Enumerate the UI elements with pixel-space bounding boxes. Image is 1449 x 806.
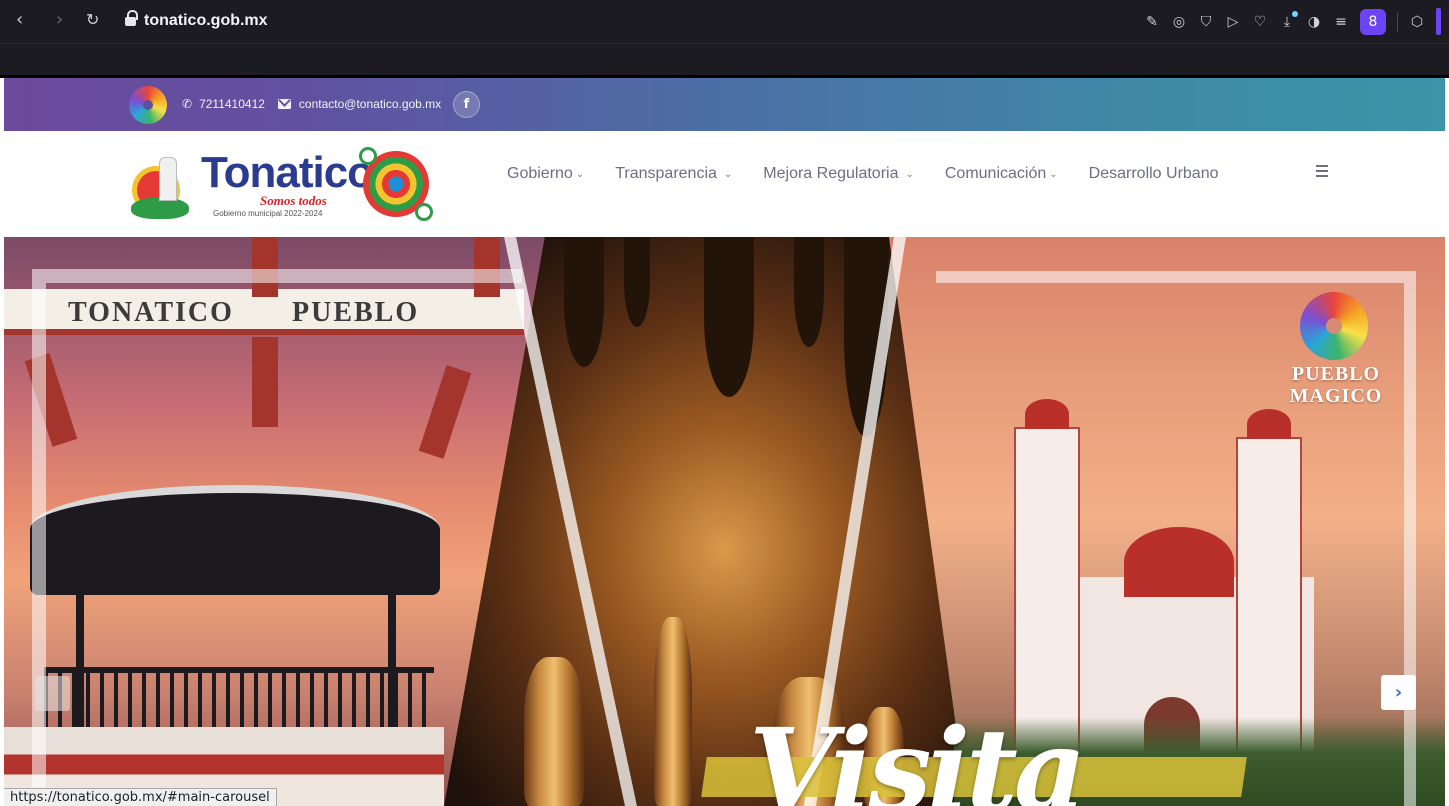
forward-icon[interactable]: › [56, 11, 63, 29]
logo-emblem-icon [123, 153, 197, 219]
camera-icon[interactable]: ◎ [1171, 14, 1187, 30]
theme-toggle-icon[interactable]: ◑ [1306, 14, 1322, 30]
edit-icon[interactable]: ✎ [1144, 14, 1160, 30]
hamburger-menu-icon[interactable] [1316, 165, 1330, 179]
back-icon[interactable]: ‹ [16, 11, 23, 29]
profile-icon[interactable]: 8 [1360, 8, 1386, 35]
browser-toolbar: ‹ › ↻ tonatico.gob.mx ✎ ◎ ⛉ ▷ ♡ ⤓ ◑ ≡ 8 … [0, 0, 1449, 43]
mail-icon [277, 99, 291, 109]
site-topbar: ✆ 7211410412 contacto@tonatico.gob.mx f [4, 78, 1445, 131]
chevron-down-icon: ⌄ [1049, 168, 1058, 180]
logo-tagline: Somos todos [260, 193, 327, 208]
carousel-prev-button[interactable]: ‹ [35, 676, 70, 711]
lock-icon [125, 10, 138, 27]
nav-item-mejora-regulatoria[interactable]: Mejora Regulatoria ⌄ [763, 165, 914, 183]
phone-number[interactable]: 7211410412 [199, 97, 265, 111]
site-header: Tonatico Somos todos Gobierno municipal … [0, 131, 1449, 237]
email-link[interactable]: contacto@tonatico.gob.mx [299, 97, 441, 111]
aztec-sun-icon [359, 147, 433, 221]
pueblo-magico-mark-icon [129, 86, 167, 124]
toolbar-separator [1397, 11, 1398, 32]
address-bar-url: tonatico.gob.mx [144, 12, 268, 29]
heart-icon[interactable]: ♡ [1252, 14, 1268, 30]
logo-wordmark: Tonatico [201, 148, 374, 197]
facebook-icon[interactable]: f [453, 91, 480, 118]
extension-cube-icon[interactable]: ⬡ [1409, 14, 1425, 30]
address-bar[interactable]: tonatico.gob.mx [125, 9, 268, 33]
shield-icon[interactable]: ⛉ [1198, 14, 1214, 30]
download-icon[interactable]: ⤓ [1279, 10, 1298, 30]
nav-item-transparencia[interactable]: Transparencia ⌄ [615, 165, 732, 183]
site-logo[interactable]: Tonatico Somos todos Gobierno municipal … [123, 147, 433, 221]
reload-icon[interactable]: ↻ [86, 11, 99, 29]
send-icon[interactable]: ▷ [1225, 14, 1241, 30]
carousel-next-button[interactable]: › [1381, 675, 1416, 710]
main-carousel: TONATICO PUEBLO PUEBLO MAGICO Visita ‹ › [4, 237, 1445, 806]
chevron-down-icon: ⌄ [723, 168, 733, 180]
main-nav: Gobierno ⌄ Transparencia ⌄ Mejora Regulato… [507, 163, 1250, 185]
nav-item-gobierno[interactable]: Gobierno ⌄ [507, 165, 584, 183]
nav-item-comunicacion[interactable]: Comunicación ⌄ [945, 165, 1058, 183]
hero-headline: Visita [749, 705, 1086, 806]
nav-item-desarrollo-urbano[interactable]: Desarrollo Urbano [1089, 165, 1219, 183]
tab-strip [0, 43, 1449, 78]
browser-extensions: ✎ ◎ ⛉ ▷ ♡ ⤓ ◑ ≡ 8 ⬡ [1144, 8, 1441, 35]
phone-icon: ✆ [182, 97, 193, 111]
logo-term: Gobierno municipal 2022-2024 [213, 209, 323, 218]
menu-sliders-icon[interactable]: ≡ [1333, 14, 1349, 30]
chevron-down-icon: ⌄ [575, 168, 585, 180]
chevron-down-icon: ⌄ [905, 168, 914, 180]
link-status-bar: https://tonatico.gob.mx/#main-carousel [4, 788, 277, 806]
sidebar-edge [1436, 8, 1441, 35]
contact-info: ✆ 7211410412 contacto@tonatico.gob.mx [182, 94, 441, 114]
